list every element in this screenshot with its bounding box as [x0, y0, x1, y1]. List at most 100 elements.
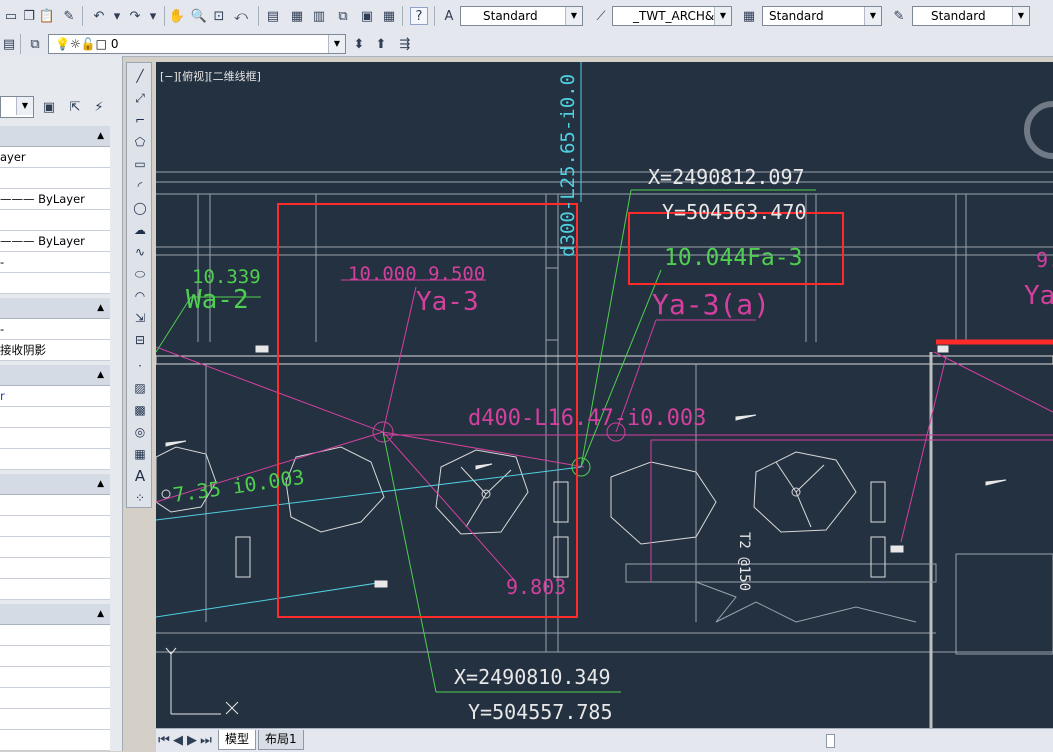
property-row[interactable]	[0, 407, 110, 428]
chevron-down-icon[interactable]: ▼	[1012, 7, 1029, 25]
property-row[interactable]	[0, 667, 110, 688]
insert-block-icon[interactable]: ⇲	[131, 309, 149, 327]
point-icon[interactable]: ·	[131, 357, 149, 375]
add-selected-icon[interactable]: ⁘	[131, 489, 149, 507]
layer-state-icon[interactable]: ⧉	[26, 35, 44, 53]
collapse-icon[interactable]: ▲	[97, 303, 104, 313]
property-row[interactable]: -	[0, 252, 110, 273]
next-tab-icon[interactable]: ▶	[186, 731, 198, 749]
property-row[interactable]	[0, 558, 110, 579]
multileader-style-select[interactable]: Standard ▼	[912, 6, 1030, 26]
property-row[interactable]	[0, 730, 110, 751]
table-style-icon[interactable]: ▦	[740, 7, 758, 25]
layer-manager-icon[interactable]: ▤	[0, 35, 18, 53]
collapse-icon[interactable]: ▲	[97, 370, 104, 380]
first-tab-icon[interactable]: ⏮	[158, 731, 170, 749]
undo-icon[interactable]: ↶	[90, 7, 108, 25]
sheet-set-icon[interactable]: ⧉	[334, 7, 352, 25]
collapse-icon[interactable]: ▲	[97, 479, 104, 489]
collapse-icon[interactable]: ▲	[97, 131, 104, 141]
section-header-3d[interactable]: ▲	[0, 298, 110, 319]
prev-tab-icon[interactable]: ◀	[172, 731, 184, 749]
design-center-icon[interactable]: ▦	[288, 7, 306, 25]
undo-dropdown-icon[interactable]: ▾	[108, 7, 126, 25]
hatch-icon[interactable]: ▨	[131, 379, 149, 397]
make-current-layer-icon[interactable]: ⬍	[350, 35, 368, 53]
help-icon[interactable]: ?	[410, 7, 428, 25]
markup-icon[interactable]: ▣	[358, 7, 376, 25]
toggle-pickadd-icon[interactable]: ▣	[40, 98, 58, 116]
properties-icon[interactable]: ▤	[264, 7, 282, 25]
property-row[interactable]	[0, 449, 110, 470]
rectangle-icon[interactable]: ▭	[131, 155, 149, 173]
drawing-canvas[interactable]: [−][俯视][二维线框] d300-L25.65-i0.0 X=2490812…	[156, 62, 1053, 728]
table-icon[interactable]: ▦	[131, 445, 149, 463]
property-row[interactable]	[0, 273, 110, 294]
table-style-select[interactable]: Standard ▼	[762, 6, 882, 26]
arc-icon[interactable]: ◜	[131, 177, 149, 195]
ellipse-arc-icon[interactable]: ◠	[131, 287, 149, 305]
construction-line-icon[interactable]: ⤢	[131, 89, 149, 107]
quick-select-icon[interactable]: ⚡	[90, 98, 108, 116]
property-row[interactable]	[0, 168, 110, 189]
polygon-icon[interactable]: ⬠	[131, 133, 149, 151]
copy-icon[interactable]: ❐	[20, 7, 38, 25]
chevron-down-icon[interactable]: ▼	[714, 7, 731, 25]
property-row[interactable]: ——— ByLayer	[0, 189, 110, 210]
property-row[interactable]	[0, 646, 110, 667]
zoom-window-icon[interactable]: ⊡	[210, 7, 228, 25]
property-row[interactable]	[0, 579, 110, 600]
property-row[interactable]: -	[0, 319, 110, 340]
multiline-text-icon[interactable]: A	[131, 467, 149, 485]
tool-palettes-icon[interactable]: ▥	[310, 7, 328, 25]
property-row[interactable]	[0, 709, 110, 730]
save-icon[interactable]: ▭	[2, 7, 20, 25]
last-tab-icon[interactable]: ⏭	[200, 731, 212, 749]
property-row[interactable]	[0, 428, 110, 449]
zoom-previous-icon[interactable]: ⤺	[232, 7, 250, 25]
section-header-misc[interactable]: ▲	[0, 604, 110, 625]
line-icon[interactable]: ╱	[131, 67, 149, 85]
chevron-down-icon[interactable]: ▼	[328, 35, 345, 53]
text-style-select[interactable]: Standard ▼	[460, 6, 583, 26]
pan-icon[interactable]: ✋	[168, 7, 186, 25]
section-header-view[interactable]: ▲	[0, 474, 110, 495]
polyline-icon[interactable]: ⌐	[131, 111, 149, 129]
section-header-plot[interactable]: ▲	[0, 365, 110, 386]
property-row[interactable]: ayer	[0, 147, 110, 168]
multileader-style-icon[interactable]: ✎	[890, 7, 908, 25]
layer-iso-icon[interactable]: ⇶	[396, 35, 414, 53]
paste-icon[interactable]: 📋	[38, 7, 56, 25]
property-row[interactable]: r	[0, 386, 110, 407]
revision-cloud-icon[interactable]: ☁	[131, 221, 149, 239]
zoom-realtime-icon[interactable]: 🔍	[190, 7, 208, 25]
redo-dropdown-icon[interactable]: ▾	[144, 7, 162, 25]
chevron-down-icon[interactable]: ▼	[864, 7, 881, 25]
chevron-down-icon[interactable]: ▼	[565, 7, 582, 25]
circle-icon[interactable]: ◯	[131, 199, 149, 217]
text-style-icon[interactable]: A	[440, 7, 458, 25]
property-row[interactable]	[0, 495, 110, 516]
property-row[interactable]: ——— ByLayer	[0, 231, 110, 252]
dim-style-icon[interactable]: ⟋	[592, 7, 610, 25]
property-row[interactable]	[0, 625, 110, 646]
property-row[interactable]: 接收阴影	[0, 340, 110, 361]
section-header-general[interactable]: ▲	[0, 126, 110, 147]
dim-style-select[interactable]: _TWT_ARCH& ▼	[612, 6, 732, 26]
make-block-icon[interactable]: ⊟	[131, 331, 149, 349]
chevron-down-icon[interactable]: ▼	[16, 97, 33, 115]
select-objects-icon[interactable]: ⇱	[66, 98, 84, 116]
region-icon[interactable]: ◎	[131, 423, 149, 441]
calculator-icon[interactable]: ▦	[380, 7, 398, 25]
collapse-icon[interactable]: ▲	[97, 609, 104, 619]
view-cube-ring[interactable]	[1024, 101, 1053, 159]
layer-previous-icon[interactable]: ⬆	[372, 35, 390, 53]
property-row[interactable]	[0, 688, 110, 709]
scrollbar-thumb[interactable]	[826, 734, 835, 748]
tab-model[interactable]: 模型	[218, 730, 257, 750]
redo-icon[interactable]: ↷	[126, 7, 144, 25]
property-row[interactable]	[0, 537, 110, 558]
property-row[interactable]	[0, 516, 110, 537]
selection-select[interactable]: ▼	[0, 96, 34, 118]
property-row[interactable]	[0, 210, 110, 231]
